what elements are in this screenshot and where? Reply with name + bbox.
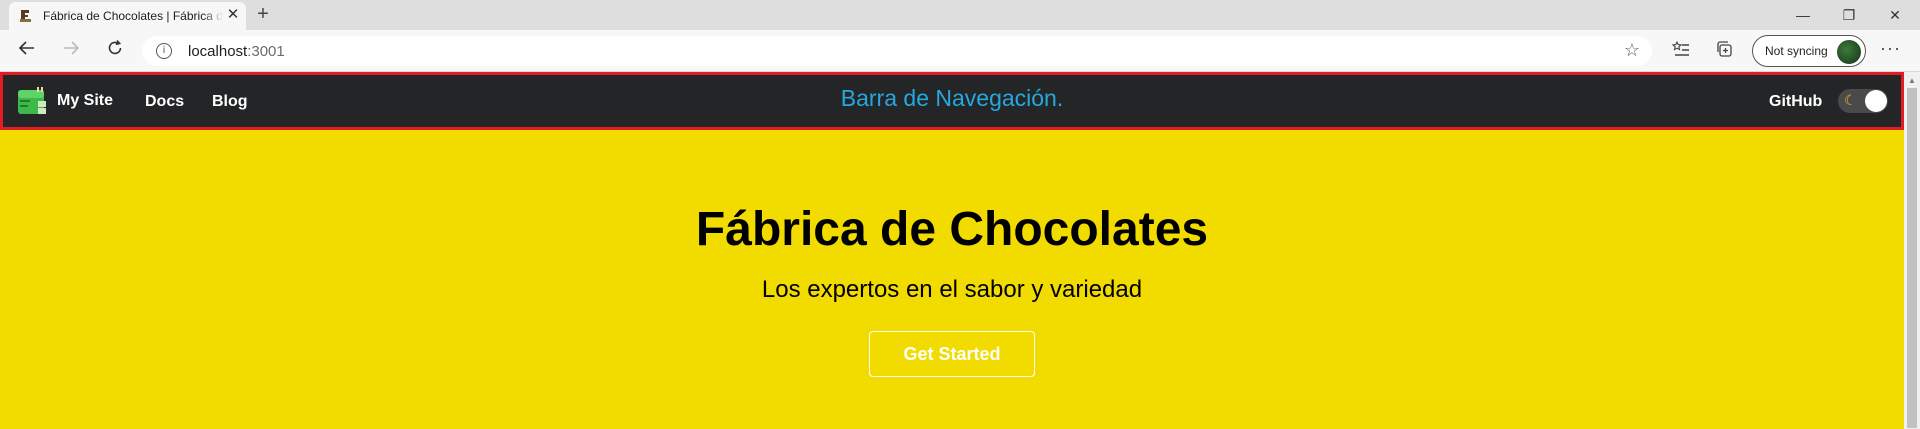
url-text: localhost:3001 <box>188 43 285 60</box>
close-window-icon[interactable]: ✕ <box>1872 0 1918 30</box>
moon-icon: ☾ <box>1844 92 1857 108</box>
navbar-center-title: Barra de Navegación. <box>840 85 1064 111</box>
hero-subtitle: Los expertos en el sabor y variedad <box>761 276 1143 303</box>
close-tab-icon[interactable]: ✕ <box>225 7 241 23</box>
forward-icon[interactable] <box>58 38 84 64</box>
site-info-icon[interactable]: i <box>156 43 172 59</box>
scrollbar[interactable]: ▲ <box>1904 72 1920 429</box>
avatar <box>1837 40 1861 64</box>
favorite-star-icon[interactable]: ☆ <box>1624 40 1640 61</box>
more-options-icon[interactable]: ··· <box>1880 38 1901 59</box>
hero-title: Fábrica de Chocolates <box>695 203 1209 256</box>
scroll-up-icon[interactable]: ▲ <box>1908 76 1916 85</box>
browser-tab-strip: Fábrica de Chocolates | Fábrica de Choco… <box>0 0 1920 30</box>
sync-label: Not syncing <box>1765 44 1828 58</box>
refresh-icon[interactable] <box>102 38 128 64</box>
tab-title: Fábrica de Chocolates | Fábrica de Choco… <box>43 9 223 23</box>
favorites-icon[interactable] <box>1670 40 1692 62</box>
restore-icon[interactable]: ❐ <box>1826 0 1872 30</box>
dinosaur-icon <box>19 9 33 23</box>
page-viewport: My Site Docs Blog Barra de Navegación. G… <box>0 72 1904 429</box>
nav-link-github[interactable]: GitHub <box>1769 93 1822 111</box>
site-navbar: My Site Docs Blog Barra de Navegación. G… <box>0 72 1904 130</box>
hero-banner: Fábrica de Chocolates Los expertos en el… <box>0 130 1904 429</box>
new-tab-icon[interactable]: + <box>252 4 274 26</box>
scroll-thumb[interactable] <box>1907 88 1917 428</box>
get-started-button[interactable]: Get Started <box>869 331 1035 377</box>
back-icon[interactable] <box>14 38 40 64</box>
minimize-icon[interactable]: — <box>1780 0 1826 30</box>
address-bar[interactable]: i localhost:3001 ☆ <box>142 36 1652 66</box>
theme-toggle[interactable]: ☾ <box>1838 89 1888 113</box>
browser-tab[interactable]: Fábrica de Chocolates | Fábrica de Choco… <box>9 2 246 30</box>
toggle-knob <box>1865 90 1887 112</box>
browser-toolbar: i localhost:3001 ☆ Not syncing ··· <box>0 30 1920 72</box>
collections-icon[interactable] <box>1714 40 1736 62</box>
profile-sync-button[interactable]: Not syncing <box>1752 35 1866 67</box>
